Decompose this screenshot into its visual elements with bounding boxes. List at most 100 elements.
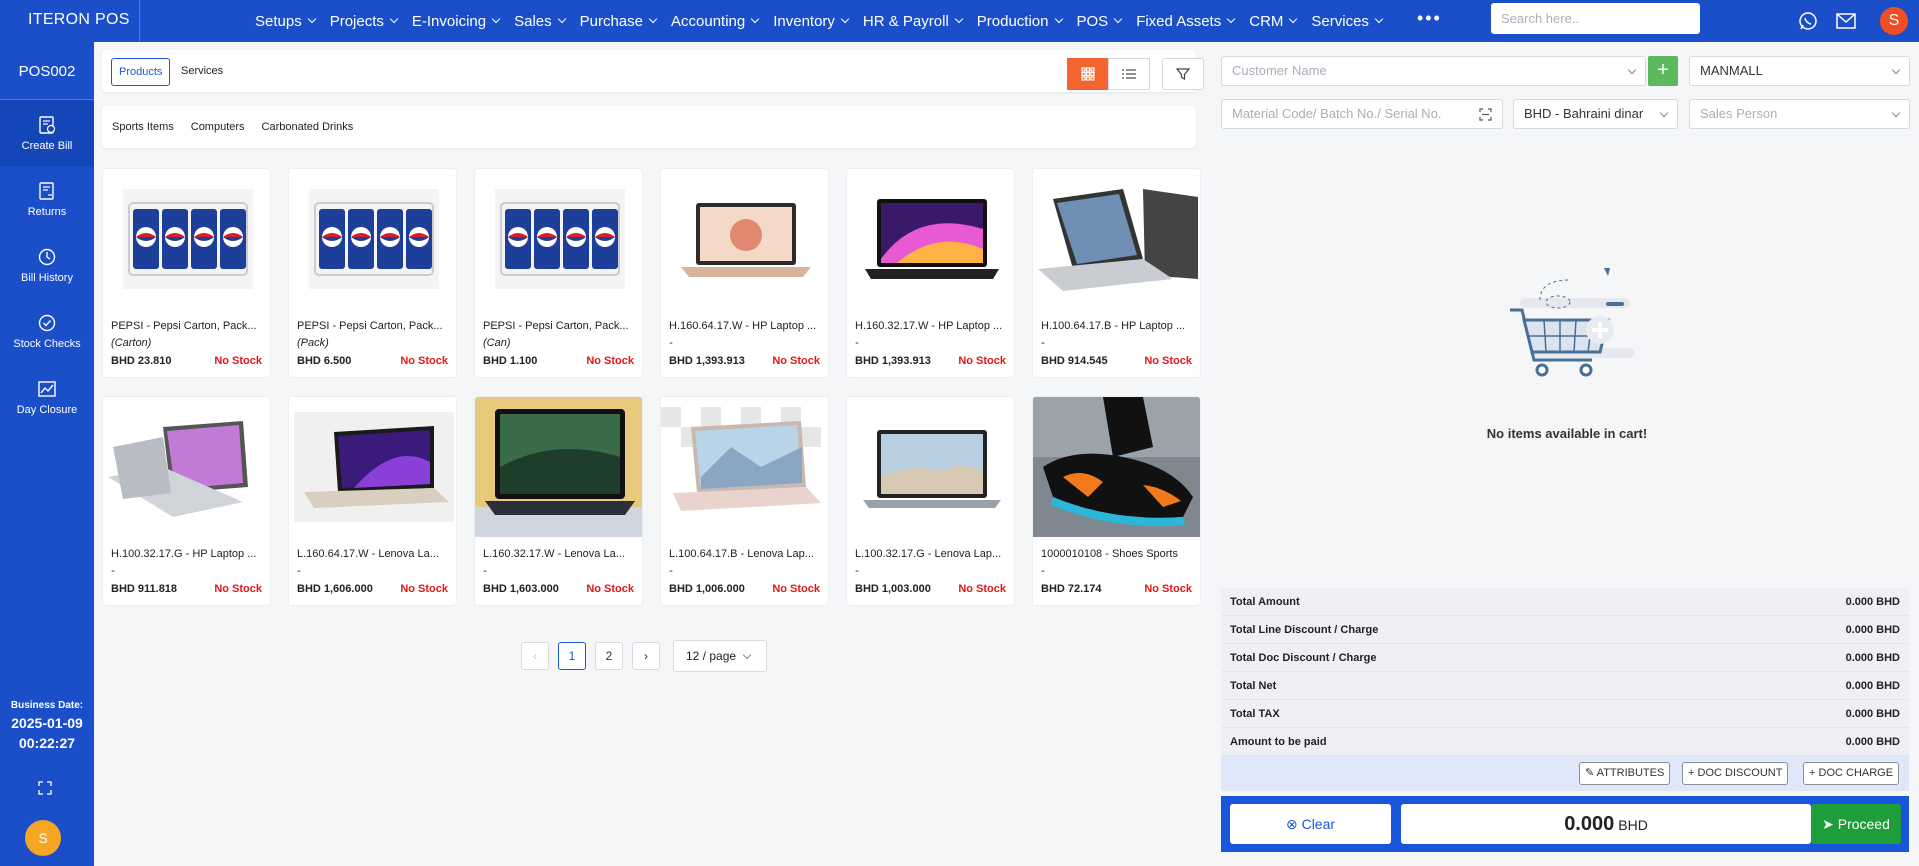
- clear-icon: ⊗: [1285, 816, 1298, 832]
- plus-icon: +: [1688, 767, 1695, 779]
- page-2-button[interactable]: 2: [595, 642, 623, 670]
- menu-e-invoicing[interactable]: E-Invoicing: [412, 13, 501, 30]
- sales-person-select[interactable]: Sales Person: [1689, 99, 1910, 129]
- whatsapp-icon[interactable]: [1798, 11, 1818, 31]
- user-avatar[interactable]: S: [1880, 7, 1908, 35]
- store-select[interactable]: MANMALL: [1689, 56, 1910, 86]
- total-net-row: Total Net 0.000 BHD: [1221, 672, 1909, 700]
- prev-page-button[interactable]: ‹: [521, 642, 549, 670]
- doc-charge-button[interactable]: + DOC CHARGE: [1803, 762, 1900, 785]
- filter-icon: [1176, 68, 1190, 80]
- fullscreen-icon[interactable]: [38, 781, 52, 795]
- main-menu: Setups Projects E-Invoicing Sales Purcha…: [255, 0, 1442, 42]
- category-computers[interactable]: Computers: [191, 121, 245, 133]
- menu-projects[interactable]: Projects: [329, 12, 399, 30]
- doc-discount-button[interactable]: + DOC DISCOUNT: [1682, 762, 1789, 785]
- page-1-button[interactable]: 1: [558, 642, 586, 670]
- chevron-down-icon: [1659, 108, 1669, 118]
- menu-hr-payroll[interactable]: HR & Payroll: [863, 13, 964, 30]
- product-unit: (Carton): [111, 337, 152, 349]
- product-card[interactable]: L.160.64.17.W - Lenova La... - BHD 1,606.0…: [288, 396, 457, 606]
- product-card[interactable]: L.100.32.17.G - Lenova Lap... - BHD 1,003.…: [846, 396, 1015, 606]
- total-line-discount-row: Total Line Discount / Charge 0.000 BHD: [1221, 616, 1909, 644]
- product-price: BHD 1,003.000: [855, 583, 931, 595]
- menu-sales[interactable]: Sales: [514, 13, 566, 30]
- filter-button[interactable]: [1162, 58, 1204, 90]
- menu-crm[interactable]: CRM: [1249, 13, 1298, 30]
- business-date-value: 2025-01-09: [11, 715, 83, 731]
- cart-actions: ✎ ATTRIBUTES + DOC DISCOUNT + DOC CHARGE: [1221, 756, 1909, 791]
- menu-fixed-assets[interactable]: Fixed Assets: [1136, 13, 1236, 30]
- product-name: H.100.32.17.G - HP Laptop ...: [111, 548, 257, 560]
- product-card[interactable]: PEPSI - Pepsi Carton, Pack... (Pack) BHD 6…: [288, 168, 457, 378]
- menu-inventory[interactable]: Inventory: [773, 13, 850, 30]
- clear-button[interactable]: ⊗ Clear: [1230, 804, 1391, 844]
- store-value: MANMALL: [1700, 63, 1763, 78]
- chart-icon: [38, 380, 56, 397]
- tab-services[interactable]: Services: [174, 58, 230, 86]
- grid-view-button[interactable]: [1067, 58, 1109, 90]
- app-brand[interactable]: ITERON POS: [0, 0, 140, 42]
- menu-production[interactable]: Production: [977, 13, 1063, 30]
- menu-accounting[interactable]: Accounting: [671, 13, 760, 30]
- material-code-placeholder: Material Code/ Batch No./ Serial No.: [1232, 106, 1442, 121]
- sidebar-avatar[interactable]: S: [25, 820, 61, 856]
- menu-pos[interactable]: POS: [1076, 12, 1123, 30]
- search-input[interactable]: [1491, 3, 1700, 34]
- customer-name-select[interactable]: Customer Name: [1221, 56, 1646, 86]
- product-card[interactable]: H.100.32.17.G - HP Laptop ... - BHD 911.81…: [102, 396, 271, 606]
- product-card[interactable]: H.160.32.17.W - HP Laptop ... - BHD 1,393.…: [846, 168, 1015, 378]
- add-customer-button[interactable]: +: [1648, 56, 1678, 86]
- sidebar-item-returns[interactable]: Returns: [0, 166, 94, 232]
- product-name: PEPSI - Pepsi Carton, Pack...: [483, 320, 629, 332]
- tab-products[interactable]: Products: [111, 58, 171, 86]
- next-page-button[interactable]: ›: [632, 642, 660, 670]
- currency-select[interactable]: BHD - Bahraini dinar: [1513, 99, 1678, 129]
- product-price: BHD 1.100: [483, 355, 538, 367]
- product-image: [103, 397, 270, 537]
- product-card[interactable]: L.100.64.17.B - Lenova Lap... - BHD 1,006.…: [660, 396, 829, 606]
- total-value: 0.000 BHD: [1845, 595, 1900, 608]
- attributes-button[interactable]: ✎ ATTRIBUTES: [1579, 762, 1671, 785]
- check-icon: [38, 314, 56, 331]
- sidebar-item-stock-checks[interactable]: Stock Checks: [0, 298, 94, 364]
- totals-summary: Total Amount 0.000 BHD Total Line Discoun…: [1221, 588, 1909, 756]
- product-price: BHD 1,606.000: [297, 583, 373, 595]
- category-carbonated-drinks[interactable]: Carbonated Drinks: [262, 121, 354, 133]
- menu-label: POS: [1076, 12, 1109, 30]
- sidebar-item-create-bill[interactable]: Create Bill: [0, 100, 94, 166]
- amount-value: 0.000: [1564, 813, 1615, 835]
- chevron-down-icon: [1627, 65, 1637, 75]
- product-card[interactable]: H.160.64.17.W - HP Laptop ... - BHD 1,393.…: [660, 168, 829, 378]
- product-card[interactable]: H.100.64.17.B - HP Laptop ... - BHD 914.54…: [1032, 168, 1201, 378]
- category-sports-items[interactable]: Sports Items: [112, 121, 174, 133]
- sidebar-item-bill-history[interactable]: Bill History: [0, 232, 94, 298]
- create-bill-icon: [39, 115, 56, 134]
- mail-icon[interactable]: [1836, 13, 1856, 29]
- product-name: H.160.64.17.W - HP Laptop ...: [669, 320, 817, 332]
- product-image: [1033, 397, 1200, 537]
- product-unit: -: [483, 565, 487, 577]
- sidebar-item-day-closure[interactable]: Day Closure: [0, 364, 94, 430]
- list-view-button[interactable]: [1108, 58, 1150, 90]
- total-label: Total Doc Discount / Charge: [1230, 651, 1377, 664]
- product-unit: (Pack): [297, 337, 329, 349]
- barcode-scan-icon[interactable]: [1479, 108, 1492, 121]
- product-card[interactable]: PEPSI - Pepsi Carton, Pack... (Carton) BHD…: [102, 168, 271, 378]
- stock-status: No Stock: [772, 355, 820, 367]
- product-card[interactable]: PEPSI - Pepsi Carton, Pack... (Can) BHD 1.…: [474, 168, 643, 378]
- menu-setups[interactable]: Setups: [255, 13, 316, 30]
- total-value: 0.000 BHD: [1845, 707, 1900, 720]
- total-amount-row: Total Amount 0.000 BHD: [1221, 588, 1909, 616]
- product-image: [847, 169, 1014, 309]
- menu-services[interactable]: Services: [1311, 13, 1384, 30]
- product-card[interactable]: L.160.32.17.W - Lenova La... - BHD 1,603.0…: [474, 396, 643, 606]
- menu-purchase[interactable]: Purchase: [580, 13, 658, 30]
- material-code-input[interactable]: Material Code/ Batch No./ Serial No.: [1221, 99, 1503, 129]
- proceed-button[interactable]: ➤ Proceed: [1811, 804, 1901, 844]
- per-page-select[interactable]: 12 / page: [673, 640, 767, 672]
- menu-label: Projects: [329, 12, 384, 30]
- more-menu-icon[interactable]: •••: [1417, 8, 1442, 29]
- total-value: 0.000 BHD: [1845, 651, 1900, 664]
- product-card[interactable]: 1000010108 - Shoes Sports - BHD 72.174 No S…: [1032, 396, 1201, 606]
